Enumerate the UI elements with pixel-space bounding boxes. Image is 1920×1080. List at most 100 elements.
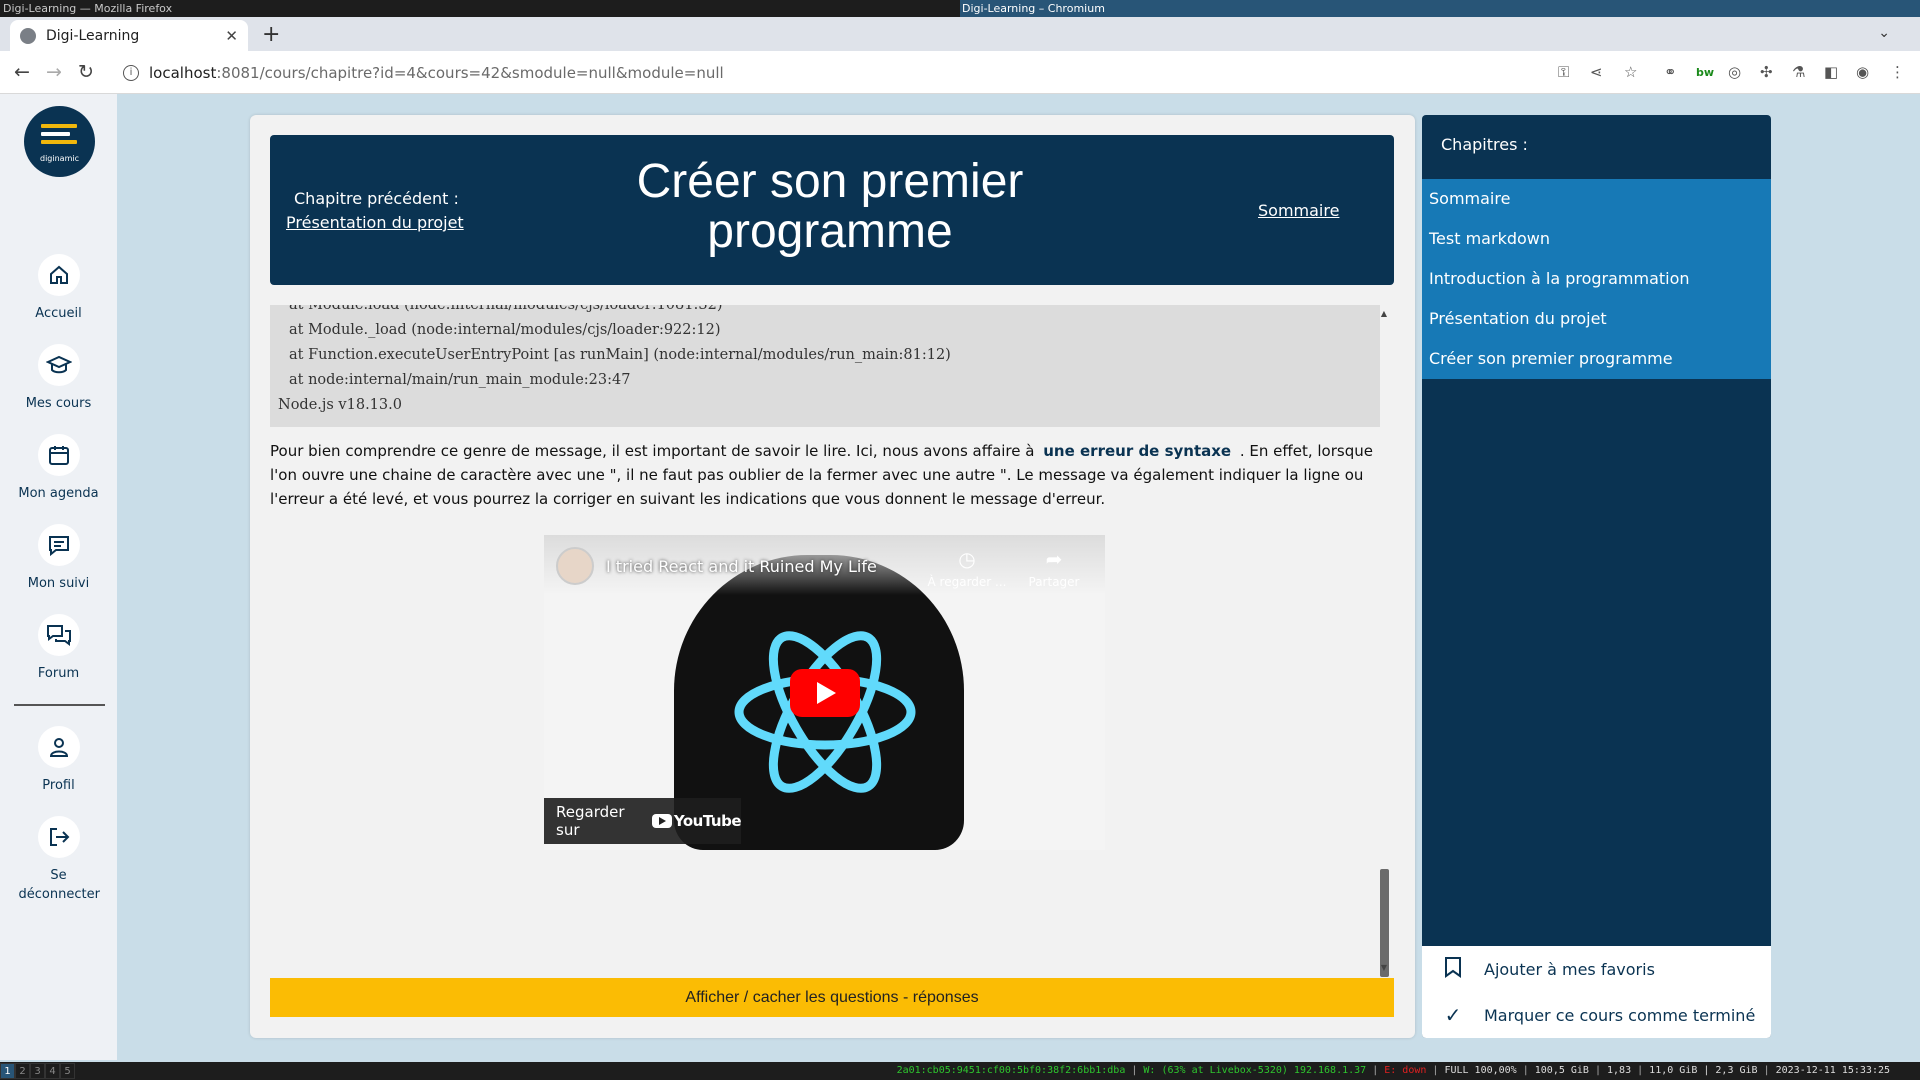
logo-mark: [41, 124, 77, 148]
extension-link-icon[interactable]: ⚭: [1664, 63, 1677, 81]
url-host: localhost: [149, 64, 217, 82]
reload-button[interactable]: ↻: [78, 61, 94, 83]
disk-status: 100,5 GiB: [1534, 1065, 1589, 1076]
channel-avatar[interactable]: [556, 547, 594, 585]
lab-icon[interactable]: ⚗: [1792, 63, 1805, 81]
new-tab-button[interactable]: +: [262, 22, 280, 47]
sync-extension-icon[interactable]: ◎: [1728, 63, 1741, 81]
nav-label: Accueil: [35, 306, 82, 321]
chromium-window-title: Digi-Learning – Chromium: [960, 0, 1920, 17]
system-status: 2a01:cb05:9451:cf00:5bf0:38f2:6bb1:dba |…: [896, 1065, 1890, 1076]
graduation-cap-icon: [37, 344, 80, 386]
code-line: Node.js v18.13.0: [278, 397, 402, 413]
back-button[interactable]: ←: [14, 61, 30, 83]
nav-label: Profil: [42, 778, 75, 793]
profile-avatar-icon[interactable]: ◉: [1856, 63, 1869, 81]
nav-se-deconnecter[interactable]: Se déconnecter: [0, 816, 117, 904]
share-video-button[interactable]: ➦ Partager: [1019, 547, 1089, 589]
browser-toolbar: ← → ↻ i localhost :8081/cours/chapitre?i…: [0, 51, 1920, 94]
clock-icon: ◷: [958, 547, 976, 571]
nav-mes-cours[interactable]: Mes cours: [0, 344, 117, 413]
nav-label: Mon agenda: [18, 486, 99, 501]
forum-icon: [37, 614, 80, 656]
add-favorite-label: Ajouter à mes favoris: [1484, 959, 1655, 979]
explanation-paragraph: Pour bien comprendre ce genre de message…: [270, 439, 1380, 511]
browser-tab[interactable]: Digi-Learning ✕: [10, 20, 248, 51]
site-info-icon[interactable]: i: [123, 65, 139, 81]
code-line: at Module._load (node:internal/modules/c…: [289, 322, 721, 338]
nav-accueil[interactable]: Accueil: [0, 254, 117, 323]
workspace-1[interactable]: 1: [0, 1063, 15, 1079]
bw-extension-icon[interactable]: bw: [1696, 66, 1714, 79]
workspace-5[interactable]: 5: [60, 1063, 75, 1079]
forward-button[interactable]: →: [46, 61, 62, 83]
youtube-embed[interactable]: I tried React and it Ruined My Life ◷ À …: [544, 535, 1105, 850]
nav-mon-suivi[interactable]: Mon suivi: [0, 524, 117, 593]
battery-status: FULL 100,00%: [1444, 1065, 1517, 1076]
share-icon[interactable]: ⋖: [1590, 63, 1603, 81]
ipv6-status: 2a01:cb05:9451:cf00:5bf0:38f2:6bb1:dba: [896, 1065, 1126, 1076]
menu-kebab-icon[interactable]: ⋮: [1890, 63, 1905, 81]
paragraph-text: Pour bien comprendre ce genre de message…: [270, 442, 1035, 460]
checkmark-icon: ✓: [1444, 1003, 1462, 1027]
workspace-3[interactable]: 3: [30, 1063, 45, 1079]
workspace-4[interactable]: 4: [45, 1063, 60, 1079]
scrollbar-thumb[interactable]: [1380, 869, 1389, 977]
extensions-puzzle-icon[interactable]: ✣: [1760, 63, 1773, 81]
chapter-item-introduction[interactable]: Introduction à la programmation: [1422, 259, 1771, 299]
video-title[interactable]: I tried React and it Ruined My Life: [606, 557, 877, 576]
side-panel-icon[interactable]: ◧: [1824, 63, 1838, 81]
scroll-down-arrow-icon[interactable]: ▼: [1378, 963, 1390, 972]
chapter-item-test-markdown[interactable]: Test markdown: [1422, 219, 1771, 259]
tab-title: Digi-Learning: [46, 27, 140, 44]
chapter-header: Chapitre précédent : Présentation du pro…: [270, 135, 1394, 285]
nav-forum[interactable]: Forum: [0, 614, 117, 683]
load-status: 1,83: [1607, 1065, 1632, 1076]
share-arrow-icon: ➦: [1045, 547, 1063, 571]
os-status-bar: 1 2 3 4 5 2a01:cb05:9451:cf00:5bf0:38f2:…: [0, 1062, 1920, 1080]
youtube-logo: YouTube: [651, 812, 742, 830]
mark-complete-button[interactable]: ✓ Marquer ce cours comme terminé: [1422, 992, 1771, 1038]
share-label: Partager: [1028, 575, 1080, 589]
sidebar-divider: [14, 704, 105, 706]
address-bar[interactable]: i localhost :8081/cours/chapitre?id=4&co…: [115, 57, 1515, 89]
watch-later-label: À regarder ...: [927, 575, 1007, 589]
watch-on-youtube-button[interactable]: Regarder sur YouTube: [544, 798, 742, 844]
watch-on-label: Regarder sur: [556, 803, 625, 839]
scroll-up-arrow-icon[interactable]: ▲: [1378, 309, 1390, 318]
close-tab-icon[interactable]: ✕: [225, 27, 238, 45]
add-favorite-button[interactable]: Ajouter à mes favoris: [1422, 946, 1771, 992]
favicon-icon: [20, 27, 36, 44]
chapters-panel: Chapitres : Sommaire Test markdown Intro…: [1422, 115, 1771, 1038]
chapter-item-premier-programme[interactable]: Créer son premier programme: [1422, 339, 1771, 379]
url-path: :8081/cours/chapitre?id=4&cours=42&smodu…: [216, 64, 724, 82]
chapter-content-card: Chapitre précédent : Présentation du pro…: [250, 115, 1415, 1038]
chapters-list: Sommaire Test markdown Introduction à la…: [1422, 179, 1771, 379]
bookmark-star-icon[interactable]: ☆: [1624, 63, 1637, 81]
logo-text: diginamic: [40, 154, 79, 163]
ethernet-status: E: down: [1384, 1065, 1427, 1076]
nav-profil[interactable]: Profil: [0, 726, 117, 795]
code-block: at Module.load (node:internal/modules/cj…: [270, 305, 1380, 427]
watch-later-button[interactable]: ◷ À regarder ...: [927, 547, 1007, 589]
toggle-qa-button[interactable]: Afficher / cacher les questions - répons…: [270, 978, 1394, 1017]
content-scrollbar[interactable]: ▲ ▼: [1378, 305, 1390, 977]
datetime-status: 2023-12-11 15:33:25: [1775, 1065, 1890, 1076]
bookmark-icon: [1432, 956, 1474, 983]
youtube-wordmark: YouTube: [673, 812, 742, 830]
previous-chapter-link[interactable]: Présentation du projet: [286, 213, 464, 232]
key-icon[interactable]: ⚿: [1558, 63, 1569, 81]
tab-list-chevron-icon[interactable]: ⌄: [1878, 25, 1890, 41]
mark-complete-label: Marquer ce cours comme terminé: [1484, 1005, 1756, 1025]
play-button[interactable]: [790, 669, 860, 717]
youtube-play-icon: [651, 814, 672, 828]
summary-link[interactable]: Sommaire: [1258, 201, 1339, 220]
workspace-2[interactable]: 2: [15, 1063, 30, 1079]
app-logo[interactable]: diginamic: [24, 106, 95, 177]
nav-mon-agenda[interactable]: Mon agenda: [0, 434, 117, 503]
chapter-item-presentation[interactable]: Présentation du projet: [1422, 299, 1771, 339]
chapter-scroll-area[interactable]: at Module.load (node:internal/modules/cj…: [270, 305, 1394, 975]
wifi-status: W: (63% at Livebox-5320) 192.168.1.37: [1143, 1065, 1367, 1076]
code-line: at Module.load (node:internal/modules/cj…: [289, 305, 723, 313]
chapter-item-sommaire[interactable]: Sommaire: [1422, 179, 1771, 219]
